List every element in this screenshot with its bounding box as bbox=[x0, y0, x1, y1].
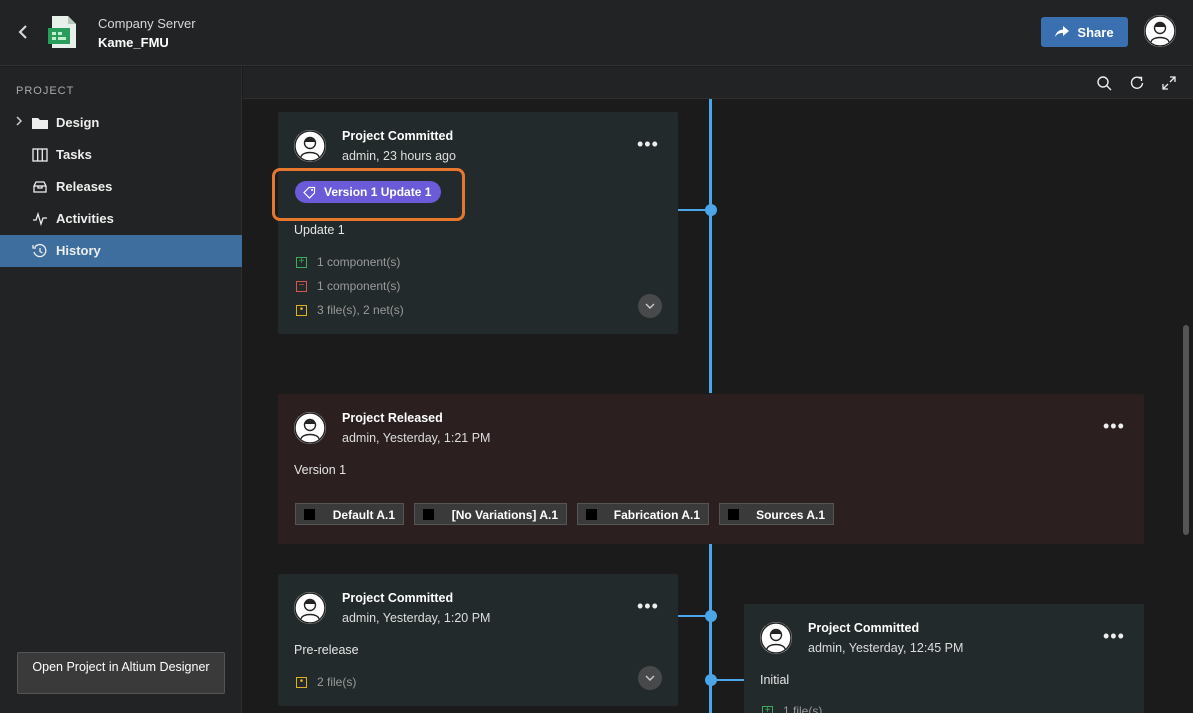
modified-icon: • bbox=[296, 676, 307, 688]
more-options-icon[interactable]: ••• bbox=[1103, 627, 1125, 645]
change-added: + 1 component(s) bbox=[296, 255, 400, 269]
sidebar-item-label: Design bbox=[56, 115, 100, 130]
minus-icon: − bbox=[296, 280, 307, 292]
refresh-icon[interactable] bbox=[1129, 75, 1145, 91]
release-item[interactable]: Fabrication A.1 bbox=[577, 503, 709, 525]
chevron-down-icon bbox=[645, 675, 655, 681]
card-subtitle: admin, 23 hours ago bbox=[342, 149, 456, 163]
server-name: Company Server bbox=[98, 16, 196, 31]
sidebar-item-design[interactable]: Design bbox=[0, 107, 242, 139]
sidebar-item-label: Tasks bbox=[56, 147, 92, 162]
release-swatch bbox=[423, 509, 434, 520]
back-icon[interactable] bbox=[14, 22, 34, 42]
release-item-label: Sources A.1 bbox=[756, 508, 825, 522]
avatar bbox=[760, 622, 792, 654]
timeline-node bbox=[705, 674, 717, 686]
share-label: Share bbox=[1077, 24, 1114, 40]
card-title: Project Committed bbox=[808, 621, 920, 635]
change-removed: − 1 component(s) bbox=[296, 279, 400, 293]
activity-icon bbox=[32, 211, 48, 227]
card-title: Project Committed bbox=[342, 129, 454, 143]
change-modified: • 3 file(s), 2 net(s) bbox=[296, 303, 404, 317]
package-icon bbox=[32, 179, 48, 195]
share-button[interactable]: Share bbox=[1041, 17, 1128, 47]
share-icon bbox=[1055, 26, 1070, 37]
change-modified: • 2 file(s) bbox=[296, 675, 356, 689]
project-file-icon bbox=[46, 14, 80, 50]
sidebar: PROJECT Design Tasks Releases Activities… bbox=[0, 67, 242, 713]
timeline-line bbox=[709, 99, 712, 393]
fullscreen-icon[interactable] bbox=[1161, 75, 1177, 91]
release-item-label: Default A.1 bbox=[332, 508, 395, 522]
change-label: 1 component(s) bbox=[317, 255, 401, 269]
change-label: 1 file(s) bbox=[783, 704, 823, 713]
avatar bbox=[294, 412, 326, 444]
commit-message: Update 1 bbox=[294, 223, 345, 237]
history-card: Project Committed admin, Yesterday, 12:4… bbox=[744, 604, 1144, 713]
modified-icon: • bbox=[296, 304, 307, 316]
release-card: Project Released admin, Yesterday, 1:21 … bbox=[278, 394, 1144, 544]
card-title: Project Released bbox=[342, 411, 443, 425]
release-item-label: Fabrication A.1 bbox=[613, 508, 700, 522]
history-toolbar bbox=[243, 67, 1193, 99]
sidebar-item-label: Activities bbox=[56, 211, 114, 226]
expand-button[interactable] bbox=[638, 294, 662, 318]
change-added: + 1 file(s) bbox=[762, 704, 822, 713]
release-swatch bbox=[586, 509, 597, 520]
sidebar-item-label: Releases bbox=[56, 179, 113, 194]
avatar bbox=[294, 592, 326, 624]
kanban-icon bbox=[32, 147, 48, 163]
card-subtitle: admin, Yesterday, 1:21 PM bbox=[342, 431, 491, 445]
more-options-icon[interactable]: ••• bbox=[637, 135, 659, 153]
sidebar-item-activities[interactable]: Activities bbox=[0, 203, 242, 235]
tag-highlight-callout bbox=[272, 168, 465, 221]
history-icon bbox=[32, 243, 48, 259]
chevron-right-icon[interactable] bbox=[14, 115, 24, 130]
history-panel: Project Committed admin, 23 hours ago ••… bbox=[243, 67, 1193, 713]
plus-icon: + bbox=[762, 705, 773, 713]
timeline-line bbox=[709, 544, 712, 713]
release-message: Version 1 bbox=[294, 463, 347, 477]
project-name: Kame_FMU bbox=[98, 35, 169, 50]
timeline-node bbox=[705, 610, 717, 622]
more-options-icon[interactable]: ••• bbox=[637, 597, 659, 615]
sidebar-item-tasks[interactable]: Tasks bbox=[0, 139, 242, 171]
change-label: 3 file(s), 2 net(s) bbox=[317, 303, 404, 317]
card-title: Project Committed bbox=[342, 591, 454, 605]
top-bar: Company Server Kame_FMU Share bbox=[0, 0, 1193, 66]
folder-icon bbox=[31, 115, 48, 131]
timeline-node bbox=[705, 204, 717, 216]
commit-message: Pre-release bbox=[294, 643, 359, 657]
open-in-designer-button[interactable]: Open Project in Altium Designer bbox=[17, 652, 225, 694]
commit-message: Initial bbox=[760, 673, 790, 687]
history-card: Project Committed admin, Yesterday, 1:20… bbox=[278, 574, 678, 706]
release-item[interactable]: Default A.1 bbox=[295, 503, 404, 525]
plus-icon: + bbox=[296, 256, 307, 268]
release-swatch bbox=[728, 509, 739, 520]
sidebar-item-label: History bbox=[56, 243, 101, 258]
history-card: Project Committed admin, 23 hours ago ••… bbox=[278, 112, 678, 334]
scrollbar-thumb[interactable] bbox=[1183, 325, 1189, 535]
card-subtitle: admin, Yesterday, 12:45 PM bbox=[808, 641, 964, 655]
sidebar-heading: PROJECT bbox=[16, 85, 75, 97]
sidebar-item-history[interactable]: History bbox=[0, 235, 242, 267]
release-swatch bbox=[304, 509, 315, 520]
change-label: 1 component(s) bbox=[317, 279, 401, 293]
change-label: 2 file(s) bbox=[317, 675, 357, 689]
release-item-label: [No Variations] A.1 bbox=[451, 508, 558, 522]
card-subtitle: admin, Yesterday, 1:20 PM bbox=[342, 611, 491, 625]
search-icon[interactable] bbox=[1096, 75, 1112, 91]
more-options-icon[interactable]: ••• bbox=[1103, 417, 1125, 435]
expand-button[interactable] bbox=[638, 666, 662, 690]
avatar bbox=[294, 130, 326, 162]
chevron-down-icon bbox=[645, 303, 655, 309]
sidebar-item-releases[interactable]: Releases bbox=[0, 171, 242, 203]
user-avatar[interactable] bbox=[1144, 15, 1176, 47]
release-item[interactable]: Sources A.1 bbox=[719, 503, 834, 525]
release-item[interactable]: [No Variations] A.1 bbox=[414, 503, 567, 525]
